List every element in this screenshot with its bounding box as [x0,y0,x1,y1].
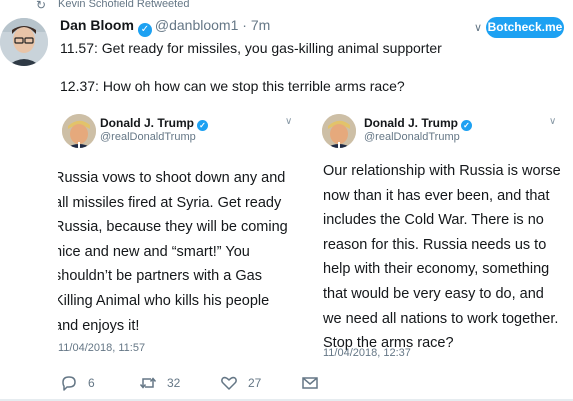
embedded-text-line: nice and new and “smart!” You [58,243,250,260]
chevron-down-icon[interactable]: ∨ [474,21,482,34]
direct-message-button[interactable] [301,372,319,394]
embedded-avatar [62,114,96,148]
like-count: 27 [248,376,262,390]
retweet-icon [139,377,157,389]
embedded-date: 11/04/2018, 11:57 [58,342,146,354]
tweet-text-line: 12.37: How oh how can we stop this terri… [60,78,405,94]
chevron-down-icon: ∨ [285,116,293,127]
embedded-text-line: and enjoys it! [58,317,140,334]
embedded-tweet-text: Our relationship with Russia is worse no… [323,159,561,356]
retweet-count: 32 [167,376,181,390]
author-name[interactable]: Dan Bloom [60,17,134,33]
retweet-button[interactable]: 32 [139,372,180,394]
verified-badge-icon: ✓ [461,120,473,131]
botcheck-button[interactable]: Botcheck.me [486,17,564,38]
embedded-text-line: all missiles fired at Syria. Get ready [58,194,282,211]
retweet-icon: ↻ [36,0,47,12]
embedded-text-line: reason for this. Russia needs us to [323,236,547,253]
verified-badge-icon: ✓ [197,120,209,131]
reply-button[interactable]: 6 [60,372,95,394]
reply-icon [62,376,76,391]
embedded-text-line: Our relationship with Russia is worse [323,163,561,179]
like-button[interactable]: 27 [220,372,261,394]
author-handle[interactable]: @danbloom1 [155,17,239,33]
tweet-timestamp[interactable]: 7m [251,17,270,33]
embedded-tweet-text: Russia vows to shoot down any and all mi… [58,166,288,338]
tweet-text-line: 11.57: Get ready for missiles, you gas-k… [60,40,442,56]
embedded-text-line: shouldn’t be partners with a Gas [58,268,262,285]
embedded-author-name: Donald J. Trump ✓ [364,116,473,131]
embedded-date: 11/04/2018, 12:37 [323,347,411,359]
tweet-actions: 6 32 27 [0,372,573,394]
verified-badge-icon: ✓ [137,23,152,37]
reply-count: 6 [88,376,95,390]
embedded-text-line: Russia vows to shoot down any and [58,170,286,186]
embedded-avatar [322,114,356,148]
separator-dot: · [242,17,247,33]
retweet-context: ↻ Kevin Schofield Retweeted [0,0,573,12]
embedded-tweet-image-left[interactable]: Donald J. Trump ✓ @realDonaldTrump ∨ Russ… [58,104,316,366]
author-avatar[interactable] [0,18,48,66]
embedded-tweet-image-right[interactable]: Donald J. Trump ✓ @realDonaldTrump ∨ Our … [317,104,573,366]
embedded-text-line: help with their economy, something [323,261,550,278]
embedded-author-handle: @realDonaldTrump [364,131,460,143]
embedded-author-name: Donald J. Trump ✓ [100,116,209,131]
tweet-header: Dan Bloom ✓ @danbloom1 · 7m [60,17,270,37]
embedded-text-line: includes the Cold War. There is no [323,212,544,229]
embedded-text-line: now than it has ever been, and that [323,187,550,204]
heart-icon [221,376,237,390]
embedded-text-line: Killing Animal who kills his people [58,292,270,309]
embedded-text-line: we need all nations to work together. [323,310,559,327]
embedded-author-handle: @realDonaldTrump [100,131,196,143]
retweeted-by-label[interactable]: Kevin Schofield Retweeted [58,0,189,10]
envelope-icon [302,377,318,389]
chevron-down-icon: ∨ [549,116,557,127]
embedded-text-line: Russia, because they will be coming [58,219,288,236]
embedded-text-line: that would be very easy to do, and [323,285,544,302]
